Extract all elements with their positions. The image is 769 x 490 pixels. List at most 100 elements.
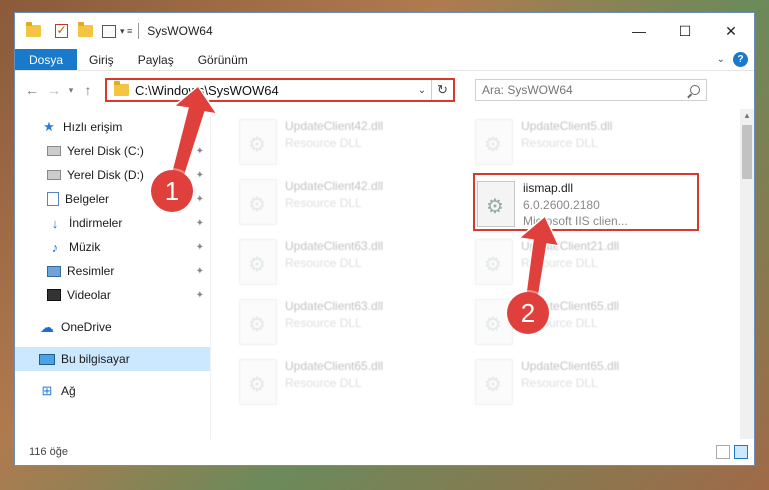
content-area: ★ Hızlı erişim Yerel Disk (C:) ✦ Yerel D… <box>15 109 754 439</box>
network-icon: ⊞ <box>41 383 53 398</box>
sidebar-item-label: OneDrive <box>61 320 112 334</box>
properties-icon[interactable] <box>101 23 117 39</box>
music-icon: ♪ <box>51 239 59 255</box>
help-icon[interactable]: ? <box>733 52 748 67</box>
star-icon: ★ <box>43 119 55 134</box>
computer-icon <box>39 353 55 365</box>
scroll-up-icon[interactable]: ▲ <box>740 109 754 123</box>
refresh-icon[interactable]: ↻ <box>431 80 453 100</box>
file-item[interactable]: UpdateClient63.dll Resource DLL <box>239 295 469 351</box>
file-item[interactable]: UpdateClient21.dll Resource DLL <box>475 235 705 291</box>
explorer-window: ▾ ≡ SysWOW64 — ☐ ✕ Dosya Giriş Paylaş Gö… <box>14 12 755 466</box>
search-input[interactable] <box>482 83 682 97</box>
forward-arrow-icon[interactable]: → <box>43 82 65 98</box>
tab-home[interactable]: Giriş <box>77 49 126 70</box>
recent-locations-icon[interactable]: ▾ <box>65 85 77 96</box>
file-name: UpdateClient42.dll <box>285 119 384 133</box>
navigation-pane: ★ Hızlı erişim Yerel Disk (C:) ✦ Yerel D… <box>15 109 211 439</box>
file-description: Resource DLL <box>521 136 598 150</box>
file-name: UpdateClient65.dll <box>521 359 620 373</box>
file-version: 6.0.2600.2180 <box>523 198 600 212</box>
scroll-thumb[interactable] <box>742 125 752 179</box>
sidebar-item-onedrive[interactable]: ☁ OneDrive <box>15 315 210 339</box>
file-name: UpdateClient42.dll <box>285 179 384 193</box>
address-path[interactable]: C:\Windows\SysWOW64 <box>135 83 279 98</box>
sidebar-item-quick-access[interactable]: ★ Hızlı erişim <box>15 115 210 139</box>
details-view-icon[interactable] <box>716 445 730 459</box>
sidebar-item-label: Ağ <box>61 384 76 398</box>
quick-access-dropdown-icon[interactable]: ▾ ≡ <box>120 26 132 37</box>
download-icon: ↓ <box>51 215 59 231</box>
item-count: 116 öğe <box>29 446 68 458</box>
pin-icon: ✦ <box>195 217 204 229</box>
drive-icon <box>47 170 61 180</box>
sidebar-item-label: Resimler <box>67 264 115 278</box>
dll-file-icon <box>239 239 277 285</box>
sidebar-item-label: Müzik <box>69 240 101 254</box>
drive-icon <box>47 146 61 156</box>
sidebar-item-pictures[interactable]: Resimler ✦ <box>15 259 210 283</box>
sidebar-item-label: Hızlı erişim <box>63 120 123 134</box>
sidebar-item-videos[interactable]: Videolar ✦ <box>15 283 210 307</box>
file-name: iismap.dll <box>523 181 574 195</box>
pin-icon: ✦ <box>195 193 204 205</box>
pin-icon: ✦ <box>195 169 204 181</box>
back-arrow-icon[interactable]: ← <box>21 82 43 98</box>
file-name: UpdateClient63.dll <box>285 239 384 253</box>
file-description: Microsoft IIS clien... <box>523 214 628 228</box>
pin-icon: ✦ <box>195 289 204 301</box>
documents-icon <box>47 192 59 206</box>
pin-icon: ✦ <box>195 145 204 157</box>
dll-file-icon <box>239 179 277 225</box>
annotation-badge-1: 1 <box>151 170 193 212</box>
file-name: UpdateClient21.dll <box>521 239 620 253</box>
pin-icon: ✦ <box>195 265 204 277</box>
chevron-down-icon[interactable]: ⌄ <box>413 85 431 96</box>
tab-share[interactable]: Paylaş <box>126 49 186 70</box>
sidebar-item-downloads[interactable]: ↓ İndirmeler ✦ <box>15 211 210 235</box>
sidebar-item-label: Videolar <box>67 288 111 302</box>
file-item[interactable]: UpdateClient42.dll Resource DLL <box>239 115 469 171</box>
file-item[interactable]: UpdateClient42.dll Resource DLL <box>239 175 469 231</box>
dll-file-icon <box>477 181 515 227</box>
properties-check-icon[interactable] <box>53 23 69 39</box>
address-bar[interactable]: C:\Windows\SysWOW64 ⌄ ↻ <box>105 78 455 102</box>
file-item[interactable]: UpdateClient5.dll Resource DLL <box>475 115 705 171</box>
ribbon-tabs: Dosya Giriş Paylaş Görünüm ⌄ ? <box>15 49 754 71</box>
file-description: Resource DLL <box>521 256 598 270</box>
vertical-scrollbar[interactable]: ▲ <box>740 109 754 439</box>
new-folder-icon[interactable] <box>77 22 93 39</box>
maximize-button[interactable]: ☐ <box>662 13 708 49</box>
pin-icon: ✦ <box>195 241 204 253</box>
sidebar-item-disk-c[interactable]: Yerel Disk (C:) ✦ <box>15 139 210 163</box>
tab-view[interactable]: Görünüm <box>186 49 260 70</box>
file-item[interactable]: UpdateClient63.dll Resource DLL <box>239 235 469 291</box>
file-item[interactable]: UpdateClient65.dll Resource DLL <box>475 355 705 411</box>
dll-file-icon <box>239 359 277 405</box>
sidebar-item-label: Belgeler <box>65 192 110 206</box>
dll-file-icon <box>475 359 513 405</box>
dll-file-icon <box>239 299 277 345</box>
title-bar: ▾ ≡ SysWOW64 — ☐ ✕ <box>15 13 754 49</box>
search-box[interactable] <box>475 79 707 101</box>
file-item-iismap[interactable]: iismap.dll 6.0.2600.2180 Microsoft IIS c… <box>473 173 699 231</box>
expand-ribbon-icon[interactable]: ⌄ <box>717 54 725 65</box>
close-button[interactable]: ✕ <box>708 13 754 49</box>
sidebar-item-this-pc[interactable]: Bu bilgisayar <box>15 347 210 371</box>
annotation-badge-2: 2 <box>507 292 549 334</box>
sidebar-item-label: İndirmeler <box>69 216 123 230</box>
sidebar-item-music[interactable]: ♪ Müzik ✦ <box>15 235 210 259</box>
file-description: Resource DLL <box>521 376 598 390</box>
sidebar-item-network[interactable]: ⊞ Ağ <box>15 379 210 403</box>
file-item[interactable]: UpdateClient65.dll Resource DLL <box>239 355 469 411</box>
search-icon[interactable] <box>690 85 700 95</box>
sidebar-item-label: Yerel Disk (D:) <box>67 168 144 182</box>
cloud-icon: ☁ <box>40 318 54 335</box>
file-description: Resource DLL <box>285 256 362 270</box>
minimize-button[interactable]: — <box>616 13 662 49</box>
file-list: UpdateClient42.dll Resource DLL UpdateCli… <box>211 109 754 439</box>
up-arrow-icon[interactable]: ↑ <box>77 82 99 98</box>
tiles-view-icon[interactable] <box>734 445 748 459</box>
file-name: UpdateClient63.dll <box>285 299 384 313</box>
tab-file[interactable]: Dosya <box>15 49 78 70</box>
